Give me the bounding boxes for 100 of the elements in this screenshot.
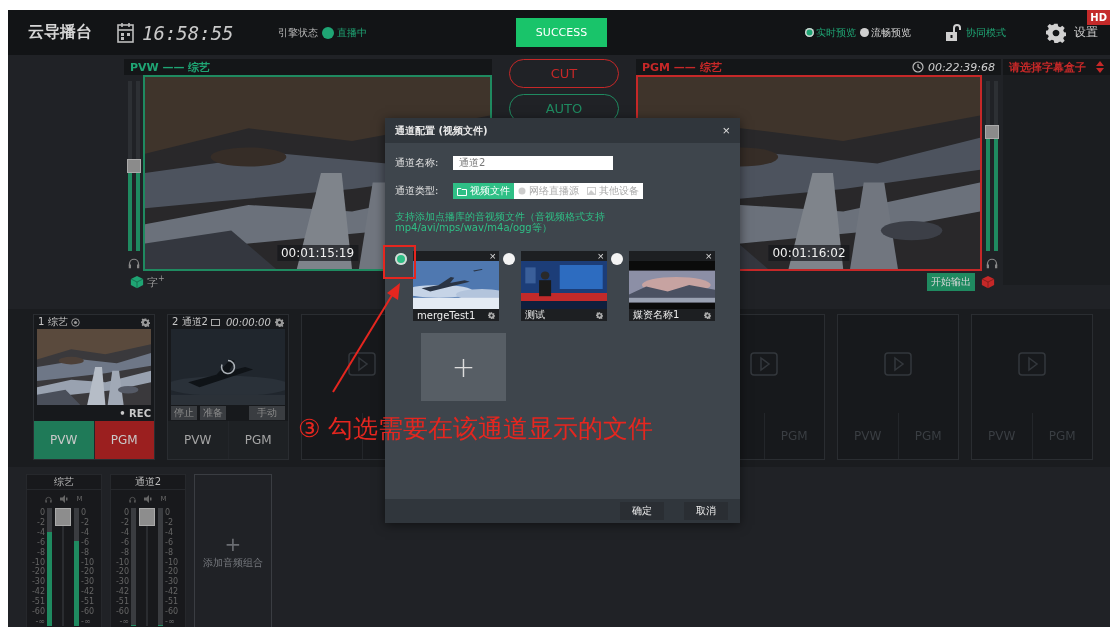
file-name: mergeTest1 [417,309,476,321]
scale-label: -8 [81,547,90,557]
scale-label: -2 [36,517,45,527]
headphones-icon [985,257,998,269]
scale-label: -51 [165,597,180,607]
program-button[interactable]: PGM [227,421,288,459]
settings-icon[interactable] [1046,22,1066,43]
scale-label: -∞ [165,616,176,626]
scale-label: -∞ [81,616,92,626]
scale-label: -30 [165,577,180,587]
fader-thumb[interactable] [126,159,141,173]
preview-button[interactable]: PVW [168,421,228,459]
scale-label: -60 [114,607,129,617]
scale-label: -60 [81,607,96,617]
settings-icon[interactable] [275,317,284,327]
scale-label: -20 [165,567,180,577]
scale-label: -6 [81,537,90,547]
scale-label: -10 [165,557,180,567]
clock-time: 16:58:55 [142,21,234,44]
add-file-button[interactable]: + [421,333,506,401]
cube-icon[interactable] [981,275,995,289]
scale-label: -2 [120,517,129,527]
scale-label: 0 [122,508,129,517]
engine-status: 直播中 [336,25,367,40]
settings-icon[interactable] [596,311,603,319]
channel-title: 2 通道2 [172,315,208,329]
scale-label: -4 [165,527,174,537]
preview-mode-radio[interactable]: 实时预览 [805,25,856,40]
caption-button[interactable]: 字$^{+}$ [147,274,165,290]
status-tag: 停止 [171,406,197,420]
file-thumbnail[interactable]: × 测试 [521,251,607,321]
channel-title: 1 综艺 [38,315,68,329]
scale-label: -2 [165,517,174,527]
loading-spinner-icon [220,359,236,375]
mode-tag: 手动 [249,406,285,420]
stream-icon [518,187,526,195]
sort-icon[interactable] [1096,61,1104,73]
settings-icon[interactable] [141,317,150,327]
file-radio[interactable] [503,253,515,265]
file-thumbnail[interactable]: × 媒资名称1 [629,251,715,321]
image-icon [587,187,596,195]
program-clock: 00:22:39:68 [927,60,995,74]
scale-label: -∞ [118,616,129,626]
scale-label: -42 [30,587,45,597]
scale-label: -2 [81,517,90,527]
scale-label: -6 [120,537,129,547]
scale-label: -8 [120,547,129,557]
add-audio-group-button[interactable]: + 添加音频组合 [194,474,272,627]
play-icon [1018,352,1046,376]
settings-label: 设置 [1074,24,1098,41]
scale-label: -4 [120,527,129,537]
preview-button[interactable]: PVW [34,421,94,459]
scale-label: -4 [36,527,45,537]
remove-file-button[interactable]: × [489,251,496,261]
cube-icon[interactable] [130,275,144,289]
file-radio[interactable] [611,253,623,265]
hd-badge: HD [1087,10,1110,25]
scale-label: -30 [30,577,45,587]
scale-label: -51 [30,597,45,607]
subtitle-select[interactable]: 请选择字幕盒子 [1003,59,1110,75]
scale-label: -60 [30,607,45,617]
scale-label: -30 [81,577,96,587]
strip-title: 综艺 [27,475,101,490]
preview-mode-radio[interactable]: 流畅预览 [860,25,911,40]
padlock-icon[interactable] [945,23,961,42]
scale-label: -6 [165,537,174,547]
scale-label: -10 [30,557,45,567]
program-button[interactable]: PGM [93,421,154,459]
scale-label: -20 [114,567,129,577]
dialog-button[interactable]: 确定 [620,502,664,520]
clock-icon [911,61,924,73]
channel-name-field[interactable]: 通道2 [453,156,613,170]
remove-file-button[interactable]: × [597,251,604,261]
rec-status: • REC [119,407,151,419]
screen-icon [210,318,220,326]
scale-label: 0 [38,508,45,517]
start-output-button[interactable]: 开始输出 [927,273,975,291]
headphones-icon [129,495,137,503]
scale-label: -20 [30,567,45,577]
speaker-icon[interactable] [144,495,153,503]
headphones-icon [45,495,53,503]
scale-label: -6 [36,537,45,547]
annotation-text: ③ 勾选需要在该通道显示的文件 [298,413,654,445]
settings-icon[interactable] [488,311,495,319]
scale-label: -4 [81,527,90,537]
calendar-icon [117,22,134,43]
speaker-icon[interactable] [60,495,69,503]
dialog-button[interactable]: 取消 [684,502,728,520]
scale-label: -51 [114,597,129,607]
file-thumbnail[interactable]: × mergeTest1 [413,251,499,321]
fader-thumb[interactable] [55,508,71,526]
settings-icon[interactable] [704,311,711,319]
file-name: 媒资名称1 [633,308,680,322]
fader-thumb[interactable] [139,508,155,526]
channel-time: 00:00:00 [225,316,271,328]
scale-label: -51 [81,597,96,607]
scale-label: 0 [81,508,88,517]
fader-thumb[interactable] [984,124,999,139]
headphones-icon [127,257,140,269]
preview-header: PVW —— 综艺 [124,59,492,75]
